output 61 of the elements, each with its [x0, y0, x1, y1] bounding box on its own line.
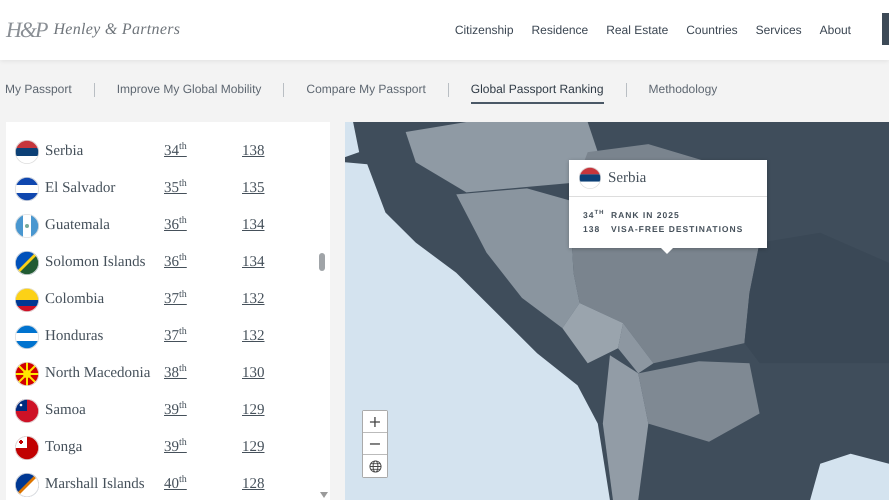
visa-free-link[interactable]: 132 [242, 328, 264, 345]
visa-free-link[interactable]: 129 [242, 402, 264, 419]
visa-free-link[interactable]: 135 [242, 180, 264, 197]
country-name: El Salvador [45, 180, 116, 197]
country-name: North Macedonia [45, 365, 152, 382]
rank-link[interactable]: 40$^{th}$ [164, 477, 222, 492]
tooltip-visa-label: VISA-FREE DESTINATIONS [611, 224, 744, 234]
rank-link[interactable]: 34$^{th}$ [164, 144, 222, 159]
tooltip-visa-count: 138 [583, 224, 602, 234]
visa-free-link[interactable]: 138 [242, 143, 264, 160]
tab[interactable]: Global Passport Ranking [470, 78, 604, 104]
visa-free-link[interactable]: 130 [242, 365, 264, 382]
visa-free-link[interactable]: 128 [242, 476, 264, 493]
rank-link[interactable]: 36$^{th}$ [164, 255, 222, 270]
tab[interactable]: Compare My Passport [306, 78, 426, 104]
country-name: Marshall Islands [45, 476, 146, 493]
tooltip-country: Serbia [608, 170, 646, 186]
visa-free-link[interactable]: 134 [242, 217, 264, 234]
flag-icon [15, 436, 39, 460]
scroll-down-icon[interactable] [320, 492, 328, 498]
flag-icon [15, 140, 39, 164]
nav-link[interactable]: Residence [532, 23, 588, 37]
rank-link[interactable]: 37$^{th}$ [164, 292, 222, 307]
flag-icon [15, 250, 39, 274]
country-name: Colombia [45, 291, 106, 308]
tab[interactable]: Methodology [648, 78, 718, 104]
tooltip-rank: 34$^{TH}$ [583, 210, 606, 220]
rank-link[interactable]: 38$^{th}$ [164, 366, 222, 381]
rank-link[interactable]: 39$^{th}$ [164, 440, 222, 455]
zoom-in-button[interactable]: + [363, 411, 387, 433]
tooltip-rank-label: RANK IN 2025 [611, 210, 680, 220]
brand-name: Henley & Partners [53, 21, 180, 39]
flag-icon [15, 398, 39, 422]
rank-link[interactable]: 37$^{th}$ [164, 329, 222, 344]
rank-link[interactable]: 39$^{th}$ [164, 403, 222, 418]
tab[interactable]: Improve My Global Mobility [116, 78, 262, 104]
country-name: Guatemala [45, 217, 111, 234]
nav-link[interactable]: About [820, 23, 851, 37]
country-name: Serbia [45, 143, 84, 160]
flag-icon [579, 167, 601, 189]
flag-icon [15, 472, 39, 496]
visa-free-link[interactable]: 134 [242, 254, 264, 271]
country-name: Samoa [45, 402, 87, 419]
rank-link[interactable]: 35$^{th}$ [164, 181, 222, 196]
visa-free-link[interactable]: 132 [242, 291, 264, 308]
flag-icon [15, 362, 39, 386]
flag-icon [15, 324, 39, 348]
country-name: Tonga [45, 439, 84, 456]
flag-icon [15, 214, 39, 238]
nav-link[interactable]: Real Estate [606, 23, 668, 37]
country-name: Honduras [45, 328, 104, 345]
tab[interactable]: My Passport [5, 78, 72, 104]
nav-link[interactable]: Countries [686, 23, 738, 37]
rank-link[interactable]: 36$^{th}$ [164, 218, 222, 233]
nav-link[interactable]: Services [756, 23, 802, 37]
globe-icon [368, 460, 382, 472]
flag-icon [15, 176, 39, 200]
flag-icon [15, 288, 39, 312]
visa-free-link[interactable]: 129 [242, 439, 264, 456]
nav-link[interactable]: Citizenship [454, 23, 514, 37]
country-name: Solomon Islands [45, 254, 146, 271]
